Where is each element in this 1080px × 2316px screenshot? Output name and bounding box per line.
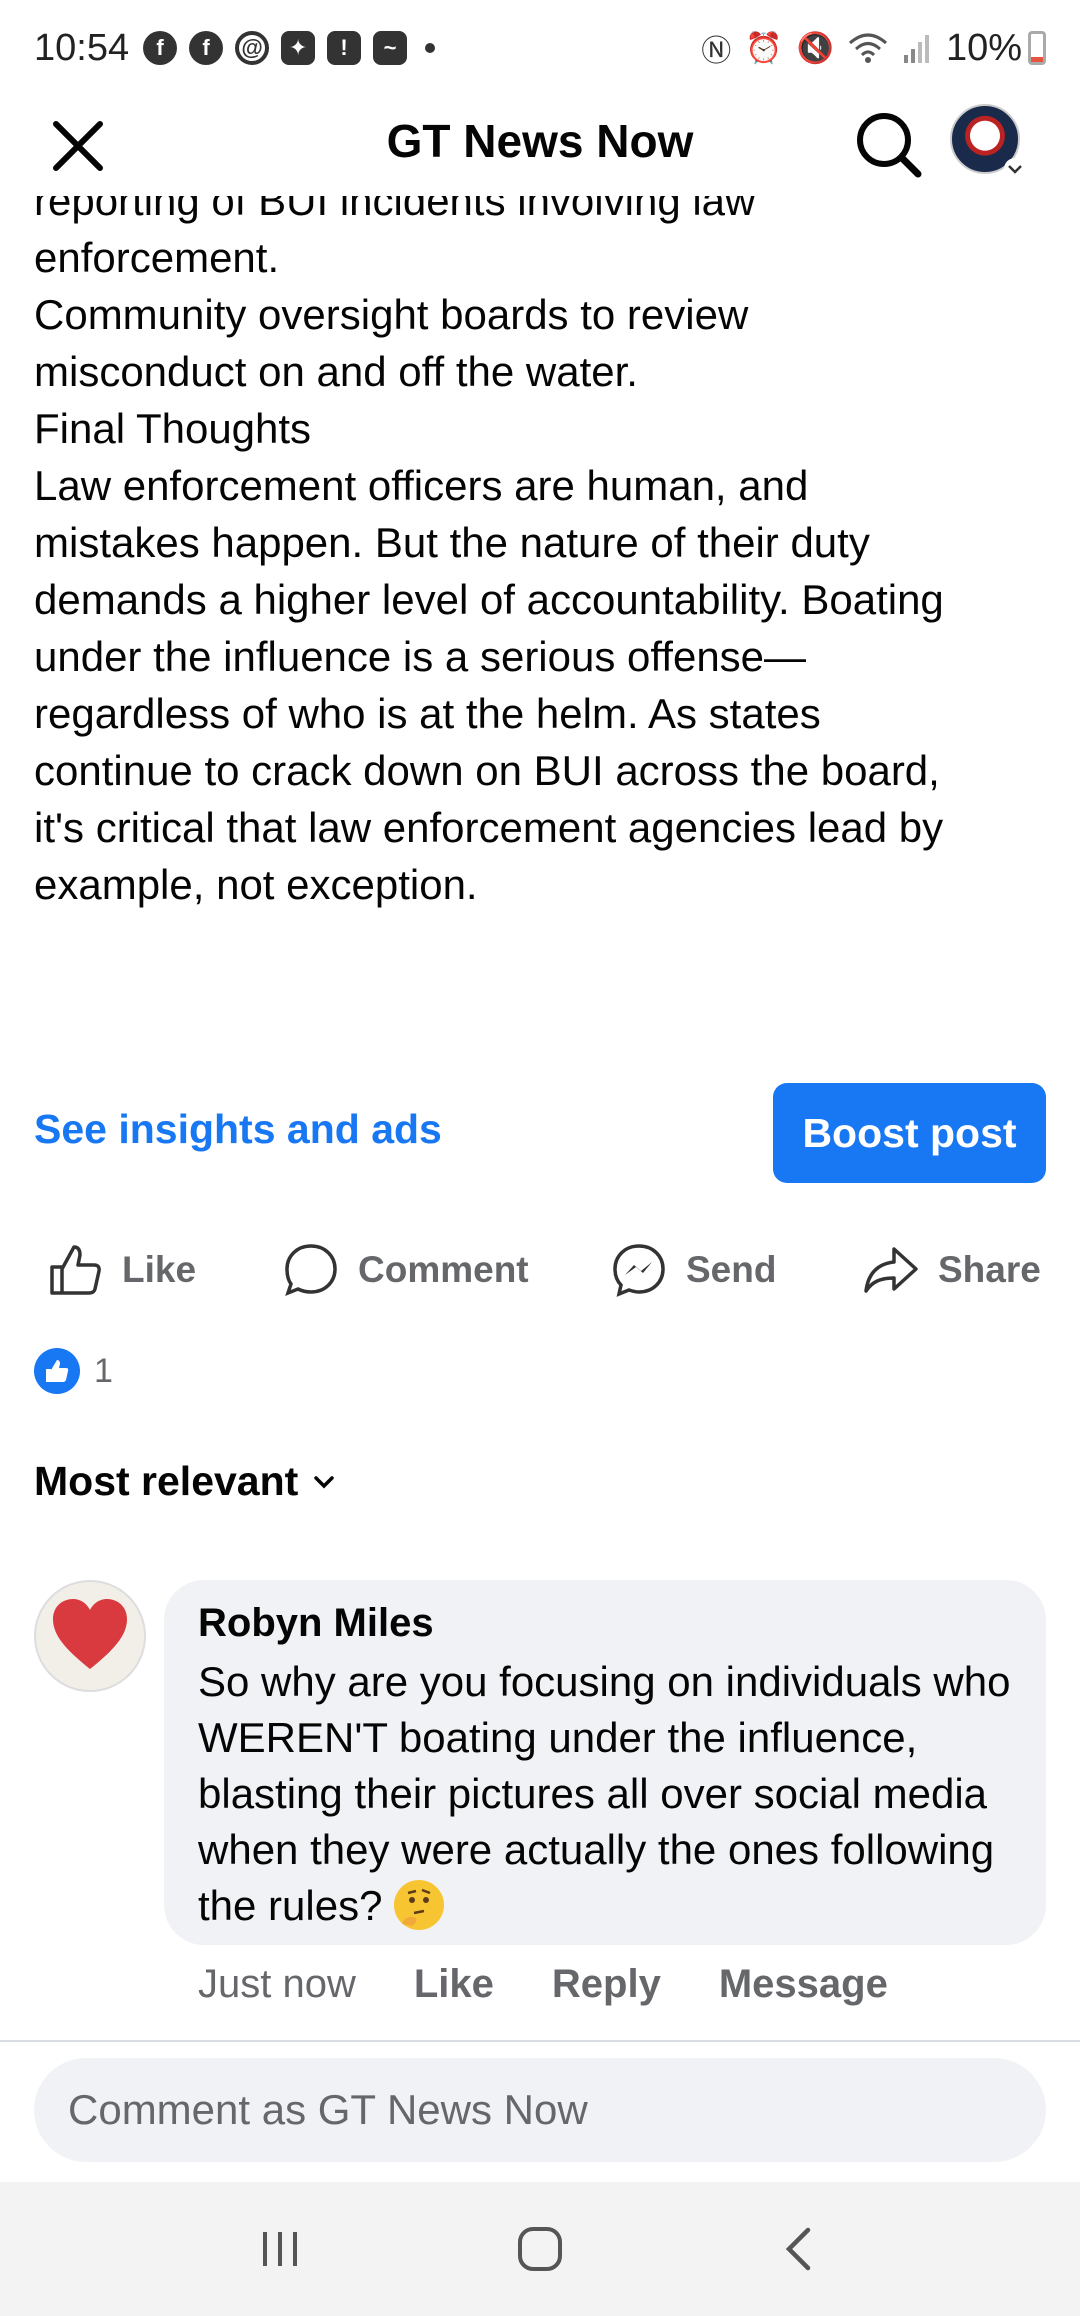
comment-input[interactable]: Comment as GT News Now: [34, 2058, 1046, 2162]
comment-button[interactable]: Comment: [282, 1230, 529, 1310]
gamepad-icon: ✦: [281, 31, 316, 65]
post-text-line: enforcement.: [34, 234, 280, 281]
post-text-line: mistakes happen. But the nature of their…: [34, 519, 870, 566]
more-notifications-icon: [425, 43, 436, 53]
comment-timestamp: Just now: [198, 1962, 356, 2006]
close-icon: [53, 121, 103, 171]
send-label: Send: [686, 1249, 777, 1290]
status-bar: 10:54 f f @ ✦ ! ~ Ⓝ ⏰ 🔇 10%: [0, 0, 1080, 96]
commenter-name[interactable]: Robyn Miles: [198, 1596, 1012, 1650]
like-reaction-icon: [34, 1348, 80, 1394]
home-icon: [518, 2227, 562, 2271]
thumbs-up-icon: [50, 1245, 101, 1295]
post-text-line: demands a higher level of accountability…: [34, 576, 944, 623]
comment-message-button[interactable]: Message: [719, 1962, 888, 2007]
top-app-bar: GT News Now: [0, 96, 1080, 196]
like-label: Like: [122, 1249, 197, 1290]
reaction-summary[interactable]: 1: [34, 1348, 113, 1394]
recents-icon: [263, 2232, 297, 2266]
post-text-line: continue to crack down on BUI across the…: [34, 747, 940, 794]
chevron-down-icon: [314, 1475, 335, 1488]
wifi-icon: [848, 33, 887, 63]
comment-like-button[interactable]: Like: [414, 1962, 494, 2007]
threads-icon: @: [235, 31, 270, 65]
facebook-icon: f: [143, 31, 178, 65]
share-arrow-icon: [864, 1247, 918, 1293]
clock: 10:54: [34, 26, 130, 69]
post-action-bar: Like Comment Send Share: [0, 1230, 1080, 1310]
post-text-line: Law enforcement officers are human, and: [34, 462, 809, 509]
comment-sort-dropdown[interactable]: Most relevant: [34, 1458, 336, 1505]
comment-input-placeholder: Comment as GT News Now: [68, 2086, 588, 2133]
mute-icon: 🔇: [796, 31, 834, 65]
close-button[interactable]: [44, 112, 112, 180]
share-label: Share: [938, 1249, 1041, 1290]
facebook-icon: f: [189, 31, 224, 65]
alarm-icon: ⏰: [745, 31, 783, 65]
profile-switcher[interactable]: [950, 104, 1030, 184]
notification-icons: f f @ ✦ ! ~: [143, 31, 436, 65]
comment-bubble: Robyn Miles So why are you focusing on i…: [164, 1580, 1046, 1945]
comment-reply-button[interactable]: Reply: [552, 1962, 661, 2007]
like-button[interactable]: Like: [46, 1230, 196, 1310]
search-button[interactable]: [850, 106, 926, 182]
post-text-line: under the influence is a serious offense…: [34, 633, 807, 680]
post-text-line: misconduct on and off the water.: [34, 348, 638, 395]
battery-indicator: 10%: [946, 27, 1046, 70]
post-text-line: regardless of who is at the helm. As sta…: [34, 690, 821, 737]
thinking-face-emoji: [394, 1880, 445, 1930]
battery-percent: 10%: [945, 26, 1022, 69]
comment-body: So why are you focusing on individuals w…: [198, 1654, 1012, 1934]
post-body: reporting of BUI incidents involving law…: [0, 196, 1080, 1036]
system-navigation-bar: [0, 2182, 1080, 2316]
back-icon: [785, 2227, 811, 2271]
search-icon: [857, 113, 922, 178]
post-text-line: it's critical that law enforcement agenc…: [34, 804, 944, 851]
signal-icon: [903, 35, 929, 63]
app-icon: ~: [373, 31, 408, 65]
heart-icon: [53, 1599, 127, 1669]
comment-label: Comment: [358, 1249, 529, 1290]
recents-button[interactable]: [235, 2204, 325, 2294]
sort-label: Most relevant: [34, 1458, 299, 1504]
comment-text: So why are you focusing on individuals w…: [198, 1658, 1011, 1929]
battery-icon: [1028, 31, 1046, 65]
send-button[interactable]: Send: [610, 1230, 776, 1310]
home-button[interactable]: [495, 2204, 585, 2294]
commenter-avatar[interactable]: [34, 1580, 146, 1692]
chevron-down-icon: [1004, 158, 1026, 180]
see-insights-link[interactable]: See insights and ads: [34, 1106, 442, 1153]
post-text-line: reporting of BUI incidents involving law: [34, 196, 756, 224]
reaction-count: 1: [94, 1351, 113, 1390]
section-heading: Final Thoughts: [34, 405, 312, 452]
comment-meta: Just now Like Reply Message: [198, 1962, 888, 2007]
share-button[interactable]: Share: [862, 1230, 1041, 1310]
divider: [0, 2040, 1080, 2042]
boost-post-button[interactable]: Boost post: [773, 1083, 1046, 1183]
messenger-icon: [613, 1244, 665, 1297]
post-text-line: example, not exception.: [34, 861, 478, 908]
alert-icon: !: [327, 31, 362, 65]
comment-bubble-icon: [285, 1244, 337, 1297]
back-button[interactable]: [755, 2204, 845, 2294]
nfc-icon: Ⓝ: [701, 35, 732, 68]
post-text-line: Community oversight boards to review: [34, 291, 749, 338]
